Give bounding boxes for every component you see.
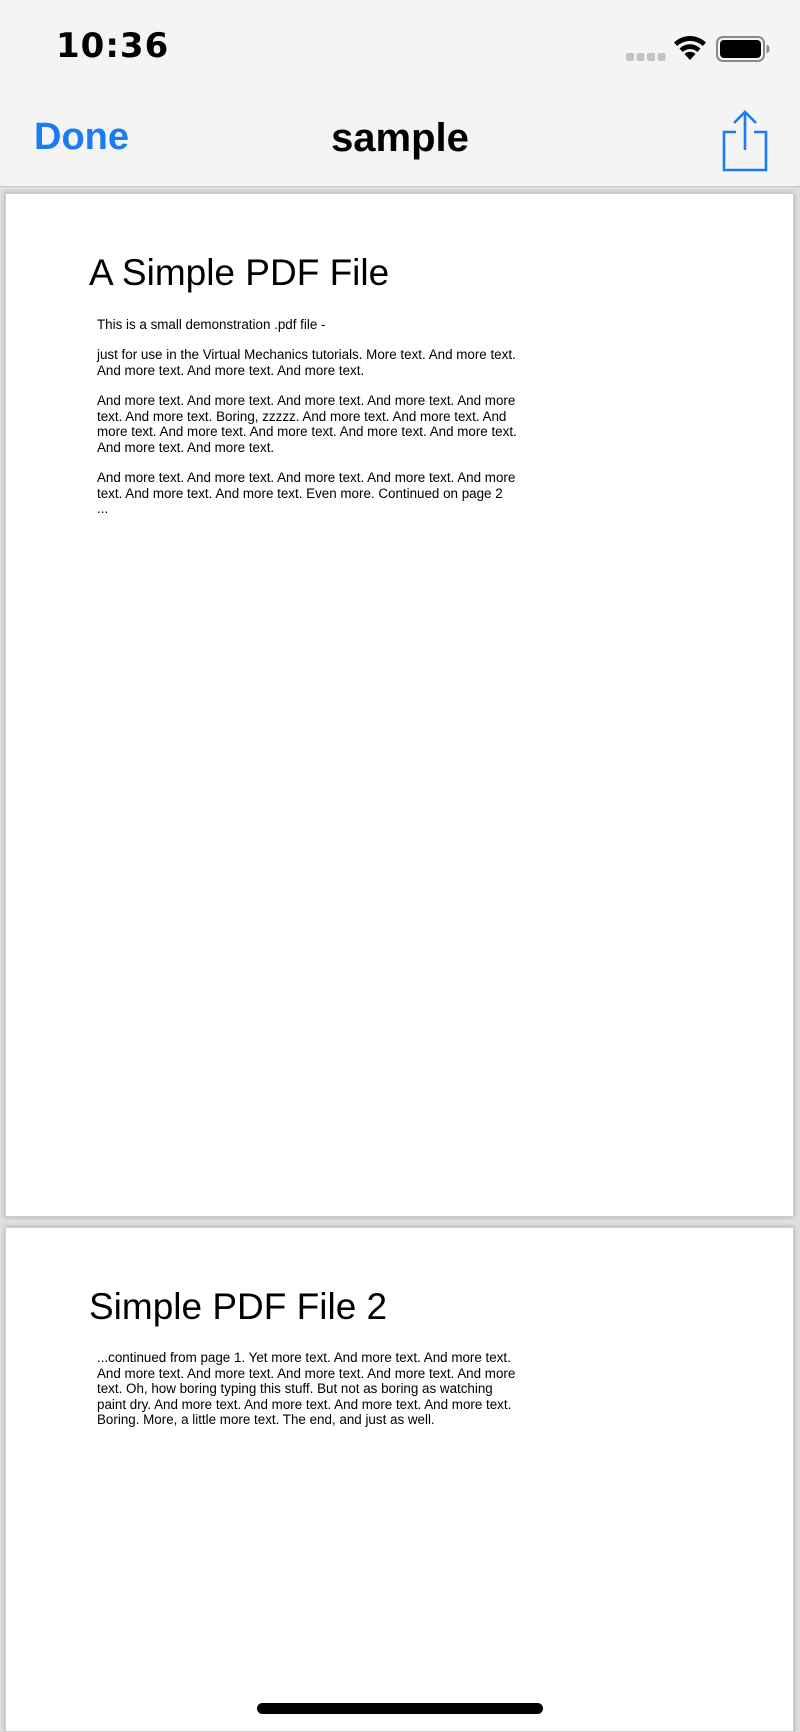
page-paragraph: And more text. And more text. And more t… <box>97 470 516 516</box>
share-icon[interactable] <box>720 110 770 172</box>
page-paragraph: And more text. And more text. And more t… <box>97 393 517 455</box>
signal-dots-icon <box>626 53 666 61</box>
page-paragraph: This is a small demonstration .pdf file … <box>97 317 326 332</box>
page-paragraph: ...continued from page 1. Yet more text.… <box>97 1350 516 1427</box>
page-heading: Simple PDF File 2 <box>89 1286 388 1327</box>
page-heading: A Simple PDF File <box>89 252 390 293</box>
wifi-icon <box>674 36 706 60</box>
pdf-page-1[interactable]: A Simple PDF File This is a small demons… <box>5 193 794 1217</box>
home-indicator[interactable] <box>257 1703 543 1714</box>
status-time: 10:36 <box>56 26 170 66</box>
pdf-preview-screen: 10:36 Done sample A Simple PDF File This… <box>0 0 800 1732</box>
status-bar: 10:36 <box>0 0 800 96</box>
pdf-page-2[interactable]: Simple PDF File 2 ...continued from page… <box>5 1227 794 1732</box>
navigation-bar: Done sample <box>0 96 800 187</box>
page-paragraph: just for use in the Virtual Mechanics tu… <box>97 347 516 378</box>
done-button[interactable]: Done <box>34 116 129 159</box>
battery-icon <box>716 36 770 62</box>
